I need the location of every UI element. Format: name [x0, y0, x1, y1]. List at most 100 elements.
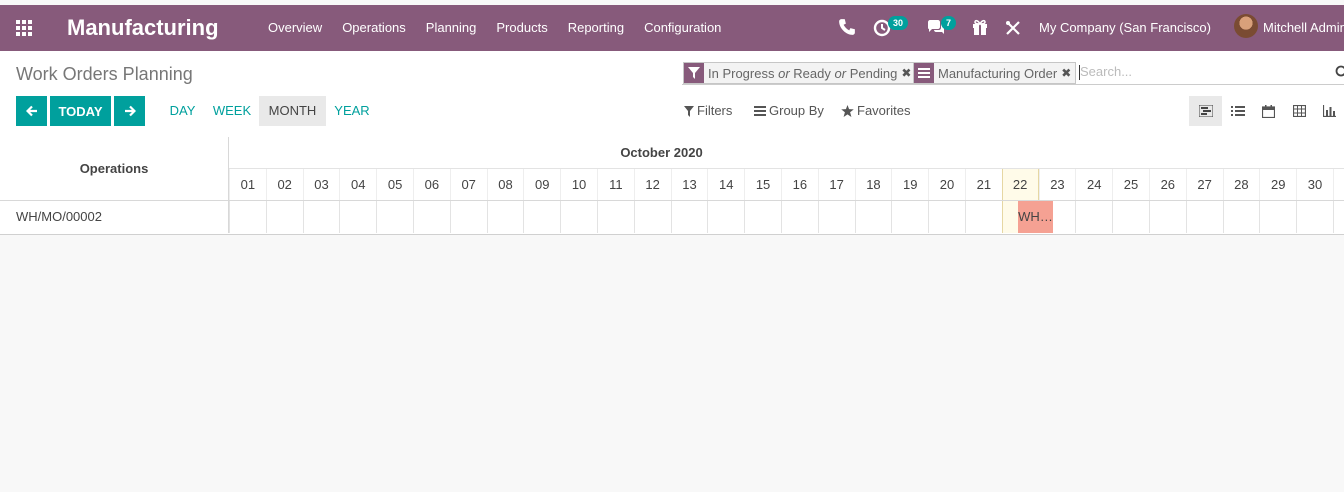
debug-tools-icon[interactable] [1004, 19, 1022, 37]
filters-menu[interactable]: Filters [684, 96, 732, 126]
group-by-icon [914, 63, 934, 83]
today-button[interactable]: TODAY [50, 96, 111, 126]
scale-day[interactable]: DAY [164, 96, 201, 126]
menu-planning[interactable]: Planning [416, 5, 487, 51]
facet-label: Manufacturing Order [938, 65, 1058, 81]
company-switcher[interactable]: My Company (San Francisco) [1039, 5, 1211, 51]
day-header: 05 [376, 169, 413, 201]
gantt-cell[interactable] [928, 201, 965, 233]
gantt-cell[interactable] [523, 201, 560, 233]
gantt-cell[interactable] [302, 201, 340, 233]
row-header: Operations [0, 137, 229, 201]
prev-button[interactable] [16, 96, 47, 126]
day-header-row: 01 02 03 04 05 06 07 08 09 10 11 12 13 14 15 16 17 18 19 20… [229, 169, 1344, 201]
search-icon[interactable] [1335, 65, 1344, 79]
calendar-view-icon [1262, 104, 1275, 118]
day-header: 27 [1185, 169, 1223, 201]
gantt-cell[interactable] [1148, 201, 1186, 233]
gantt-row-cells[interactable] [229, 201, 1344, 233]
app-title[interactable]: Manufacturing [67, 15, 219, 41]
star-icon [841, 105, 854, 117]
control-panel: Work Orders Planning In Progress or Read… [0, 51, 1344, 138]
search-input[interactable] [1078, 64, 1330, 79]
user-avatar[interactable] [1234, 14, 1258, 38]
main-navbar: Manufacturing Overview Operations Planni… [0, 5, 1344, 51]
apps-grid-icon[interactable] [16, 20, 34, 36]
menu-reporting[interactable]: Reporting [558, 5, 634, 51]
day-header: 28 [1222, 169, 1260, 201]
group-by-icon [754, 106, 766, 116]
gantt-view-icon [1198, 105, 1213, 117]
gantt-row-label[interactable]: WH/MO/00002 [16, 201, 102, 233]
groupby-facet[interactable]: Manufacturing Order ✖ [913, 62, 1077, 84]
gantt-cell[interactable] [1112, 201, 1149, 233]
phone-icon[interactable] [838, 18, 856, 36]
day-header: 23 [1038, 169, 1076, 201]
gift-icon[interactable] [970, 17, 990, 37]
activity-count-badge: 30 [888, 16, 909, 30]
scale-month[interactable]: MONTH [259, 96, 326, 126]
gantt-cell[interactable] [707, 201, 744, 233]
gantt-cell[interactable] [265, 201, 303, 233]
breadcrumb: Work Orders Planning [16, 64, 193, 84]
view-graph[interactable] [1314, 96, 1344, 126]
status-filter-facet[interactable]: In Progress or Ready or Pending ✖ [683, 62, 917, 84]
gantt-cell[interactable] [1185, 201, 1223, 233]
day-header: 26 [1148, 169, 1186, 201]
gantt-cell[interactable] [817, 201, 855, 233]
pivot-view-icon [1293, 105, 1306, 117]
group-by-label: Group By [769, 103, 824, 118]
gantt-cell[interactable] [1259, 201, 1296, 233]
day-header: 15 [744, 169, 781, 201]
scale-year[interactable]: YEAR [330, 96, 374, 126]
menu-products[interactable]: Products [486, 5, 557, 51]
scale-week[interactable]: WEEK [207, 96, 257, 126]
gantt-cell[interactable] [339, 201, 376, 233]
gantt-cell[interactable] [670, 201, 708, 233]
day-header: 09 [523, 169, 560, 201]
gantt-cell[interactable] [1075, 201, 1112, 233]
gantt-cell[interactable] [891, 201, 928, 233]
view-list[interactable] [1221, 96, 1254, 126]
day-header: 22 [1001, 169, 1039, 201]
gantt-cell[interactable] [964, 201, 1002, 233]
gantt-cell[interactable] [854, 201, 892, 233]
gantt-cell[interactable] [229, 201, 266, 233]
search-bar[interactable]: In Progress or Ready or Pending ✖ Manufa… [682, 62, 1344, 85]
column-divider [228, 137, 229, 233]
gantt-view: Operations October 2020 01 02 03 04 05 06 07 08… [0, 137, 1344, 235]
next-button[interactable] [114, 96, 145, 126]
gantt-cell[interactable] [376, 201, 413, 233]
arrow-right-icon [124, 105, 136, 117]
day-header: 01 [229, 169, 266, 201]
main-menu: Overview Operations Planning Products Re… [258, 5, 731, 51]
day-header: 18 [854, 169, 892, 201]
gantt-cell[interactable] [412, 201, 450, 233]
month-header: October 2020 [229, 137, 1344, 169]
gantt-cell[interactable] [1332, 201, 1344, 233]
day-header: 24 [1075, 169, 1112, 201]
group-by-menu[interactable]: Group By [754, 96, 824, 126]
gantt-cell[interactable] [633, 201, 671, 233]
menu-operations[interactable]: Operations [332, 5, 416, 51]
view-pivot[interactable] [1283, 96, 1316, 126]
arrow-left-icon [25, 105, 37, 117]
remove-facet-icon[interactable]: ✖ [1061, 66, 1075, 80]
menu-configuration[interactable]: Configuration [634, 5, 731, 51]
gantt-cell[interactable] [596, 201, 634, 233]
gantt-cell[interactable] [780, 201, 818, 233]
day-header: 16 [780, 169, 818, 201]
gantt-cell[interactable] [1222, 201, 1260, 233]
user-menu[interactable]: Mitchell Admin [1263, 5, 1344, 51]
gantt-cell[interactable] [560, 201, 597, 233]
gantt-cell[interactable] [1296, 201, 1333, 233]
view-gantt[interactable] [1189, 96, 1222, 126]
gantt-cell[interactable] [449, 201, 487, 233]
favorites-menu[interactable]: Favorites [841, 96, 910, 126]
work-order-pill[interactable]: WH… [1018, 201, 1053, 233]
filter-icon [684, 63, 704, 83]
gantt-cell[interactable] [744, 201, 781, 233]
menu-overview[interactable]: Overview [258, 5, 332, 51]
view-calendar[interactable] [1252, 96, 1285, 126]
gantt-cell[interactable] [486, 201, 524, 233]
